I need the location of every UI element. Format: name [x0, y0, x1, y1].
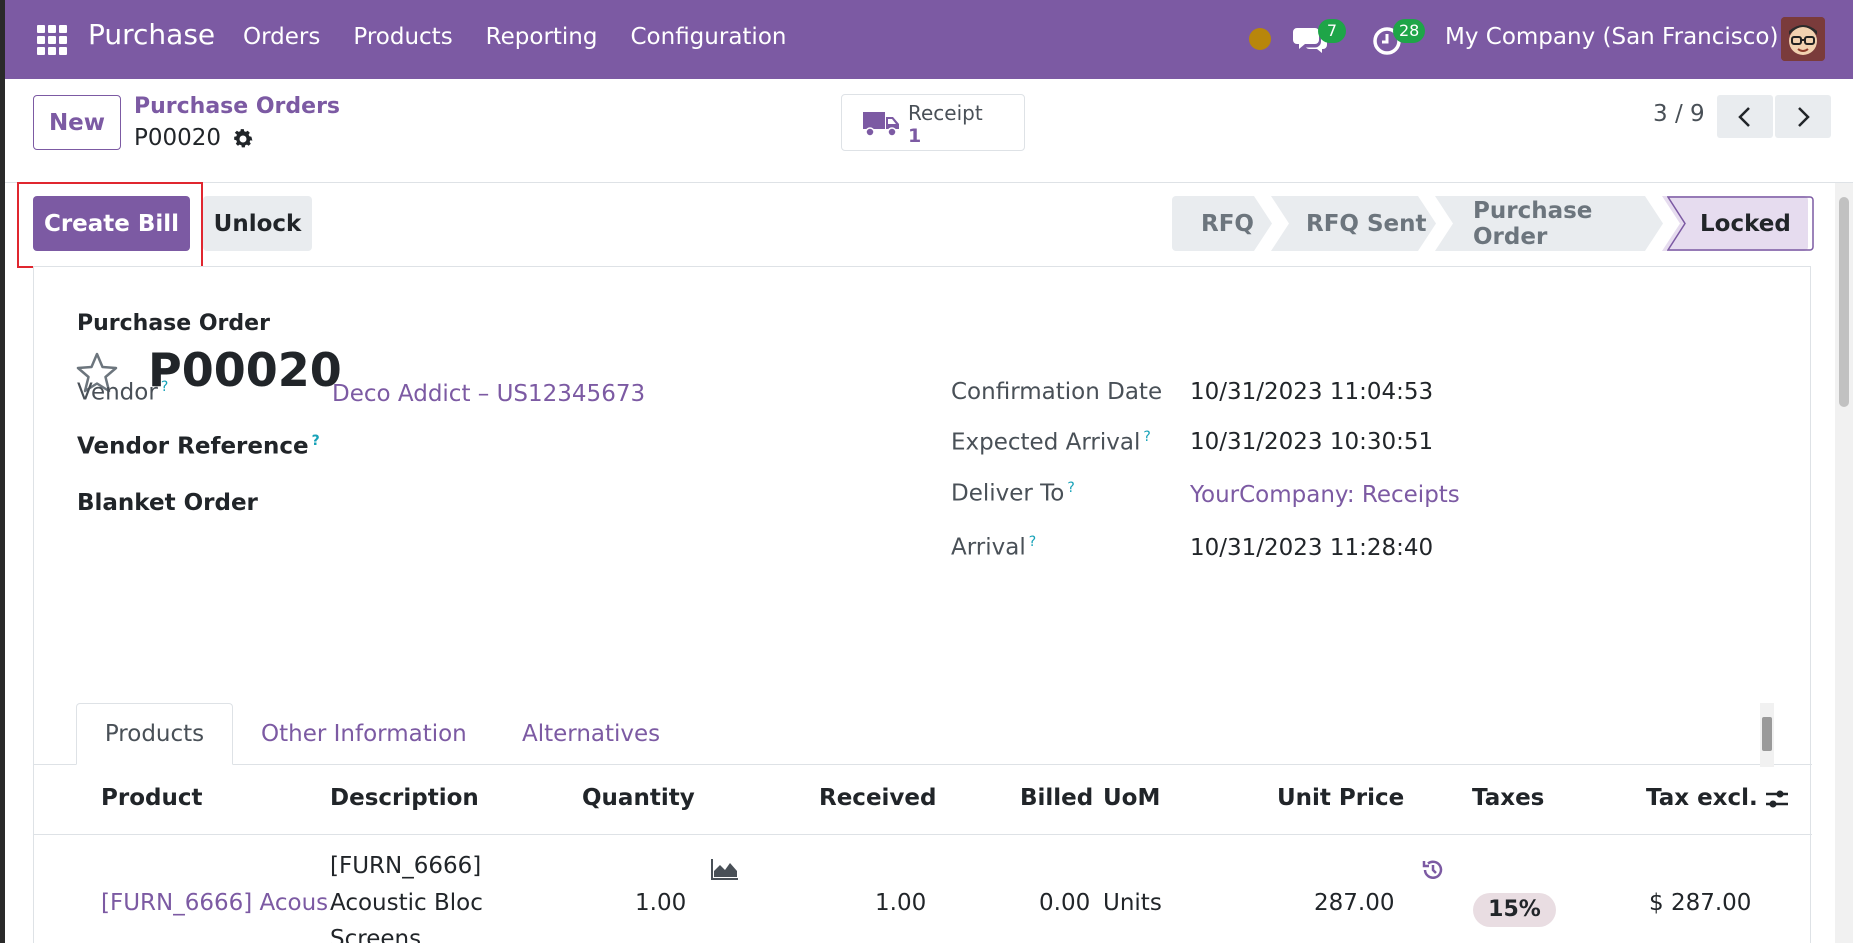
column-header-product[interactable]: Product [101, 785, 202, 811]
column-header-billed[interactable]: Billed [1020, 785, 1093, 811]
line-description[interactable]: [FURN_6666] [330, 853, 481, 879]
avatar-face-icon [1781, 17, 1825, 61]
deliver-to-label: Deliver To? [951, 480, 1075, 507]
deliver-to-field[interactable]: YourCompany: Receipts [1190, 482, 1460, 508]
order-lines-header: Product Description Quantity Received Bi… [34, 765, 1812, 835]
help-icon[interactable]: ? [161, 379, 168, 395]
column-header-uom[interactable]: UoM [1103, 785, 1160, 811]
stage-rfq-sent[interactable]: RFQ Sent [1271, 196, 1436, 251]
stage-purchase-order[interactable]: Purchase Order [1435, 196, 1663, 251]
vendor-reference-label: Vendor Reference? [77, 433, 320, 460]
line-uom[interactable]: Units [1103, 890, 1162, 916]
column-header-tax-excl[interactable]: Tax excl. [1646, 785, 1758, 811]
help-icon[interactable]: ? [1029, 534, 1036, 550]
stage-rfq[interactable]: RFQ [1172, 196, 1272, 251]
status-stages: RFQ RFQ Sent Purchase Order Locked [1172, 196, 1808, 251]
help-icon[interactable]: ? [1143, 429, 1150, 445]
line-quantity[interactable]: 1.00 [635, 890, 686, 916]
line-received[interactable]: 1.00 [875, 890, 926, 916]
main-menu: Orders Products Reporting Configuration [243, 24, 786, 50]
vendor-label: Vendor? [77, 379, 169, 406]
control-panel: New Purchase Orders P00020 Receipt 1 3 /… [5, 79, 1853, 183]
line-description[interactable]: Acoustic Bloc [330, 890, 483, 916]
chevron-left-icon [1738, 106, 1750, 127]
line-tax-excl: $ 287.00 [1649, 890, 1752, 916]
tab-other-information[interactable]: Other Information [261, 703, 467, 765]
help-icon[interactable]: ? [1067, 480, 1074, 496]
receipt-smart-button[interactable]: Receipt 1 [841, 94, 1025, 151]
scrollbar-thumb[interactable] [1839, 197, 1849, 407]
confirmation-date-label: Confirmation Date [951, 379, 1163, 405]
app-name[interactable]: Purchase [88, 18, 215, 51]
create-bill-button[interactable]: Create Bill [33, 196, 190, 251]
activities-count-badge: 28 [1393, 19, 1426, 43]
apps-grid-icon[interactable] [37, 25, 67, 55]
receipt-count: 1 [908, 125, 922, 147]
line-description[interactable]: Screens [330, 926, 421, 943]
record-title: P00020 [148, 343, 342, 397]
pager-previous-button[interactable] [1717, 95, 1773, 138]
expected-arrival-field[interactable]: 10/31/2023 10:30:51 [1190, 429, 1433, 455]
confirmation-date-field[interactable]: 10/31/2023 11:04:53 [1190, 379, 1433, 405]
chevron-right-icon [1798, 106, 1810, 127]
table-scrollbar[interactable] [1760, 703, 1774, 767]
vendor-field[interactable]: Deco Addict – US12345673 [332, 381, 645, 407]
price-history-icon[interactable] [1420, 857, 1446, 883]
table-row[interactable]: [FURN_6666] Acous [FURN_6666] Acoustic B… [34, 835, 1812, 943]
arrival-label: Arrival? [951, 534, 1037, 561]
breadcrumb-current-record: P00020 [134, 125, 222, 151]
gear-icon[interactable] [231, 127, 255, 151]
line-product[interactable]: [FURN_6666] Acous [101, 890, 328, 916]
messages-count-badge: 7 [1318, 19, 1346, 43]
page-scrollbar[interactable] [1835, 183, 1853, 943]
expected-arrival-label: Expected Arrival? [951, 429, 1151, 456]
new-button[interactable]: New [33, 95, 121, 150]
column-settings-icon[interactable] [1763, 785, 1791, 813]
help-icon[interactable]: ? [312, 433, 320, 449]
line-billed: 0.00 [1039, 890, 1091, 916]
menu-products[interactable]: Products [353, 24, 452, 50]
pager-value[interactable]: 3 / 9 [1653, 101, 1705, 127]
form-sheet: Purchase Order P00020 Vendor? Deco Addic… [33, 266, 1812, 943]
record-type-label: Purchase Order [77, 311, 270, 336]
breadcrumb-purchase-orders[interactable]: Purchase Orders [134, 94, 340, 119]
top-navbar: Purchase Orders Products Reporting Confi… [5, 0, 1853, 79]
blanket-order-label: Blanket Order [77, 490, 258, 516]
notebook-tabs: Products Other Information Alternatives [34, 703, 1812, 765]
tab-alternatives[interactable]: Alternatives [522, 703, 660, 765]
column-header-description[interactable]: Description [330, 785, 479, 811]
truck-icon [863, 112, 899, 137]
unlock-button[interactable]: Unlock [203, 196, 312, 251]
presence-status-icon[interactable] [1249, 28, 1271, 50]
receipt-label: Receipt [908, 101, 983, 125]
tab-products[interactable]: Products [76, 703, 233, 765]
line-unit-price[interactable]: 287.00 [1314, 890, 1394, 916]
menu-reporting[interactable]: Reporting [486, 24, 598, 50]
menu-orders[interactable]: Orders [243, 24, 320, 50]
area-chart-icon[interactable] [710, 857, 740, 881]
arrival-field[interactable]: 10/31/2023 11:28:40 [1190, 535, 1433, 561]
column-header-unit-price[interactable]: Unit Price [1277, 785, 1404, 811]
column-header-received[interactable]: Received [819, 785, 936, 811]
column-header-taxes[interactable]: Taxes [1472, 785, 1544, 811]
scrollbar-thumb[interactable] [1762, 717, 1772, 751]
stage-locked[interactable]: Locked [1662, 196, 1808, 251]
menu-configuration[interactable]: Configuration [630, 24, 786, 50]
form-statusbar: Create Bill Unlock RFQ RFQ Sent Purchase… [5, 182, 1835, 268]
pager-next-button[interactable] [1775, 95, 1831, 138]
column-header-quantity[interactable]: Quantity [582, 785, 695, 811]
user-avatar[interactable] [1781, 17, 1825, 61]
tax-badge[interactable]: 15% [1473, 893, 1556, 927]
company-switcher[interactable]: My Company (San Francisco) [1445, 24, 1778, 50]
